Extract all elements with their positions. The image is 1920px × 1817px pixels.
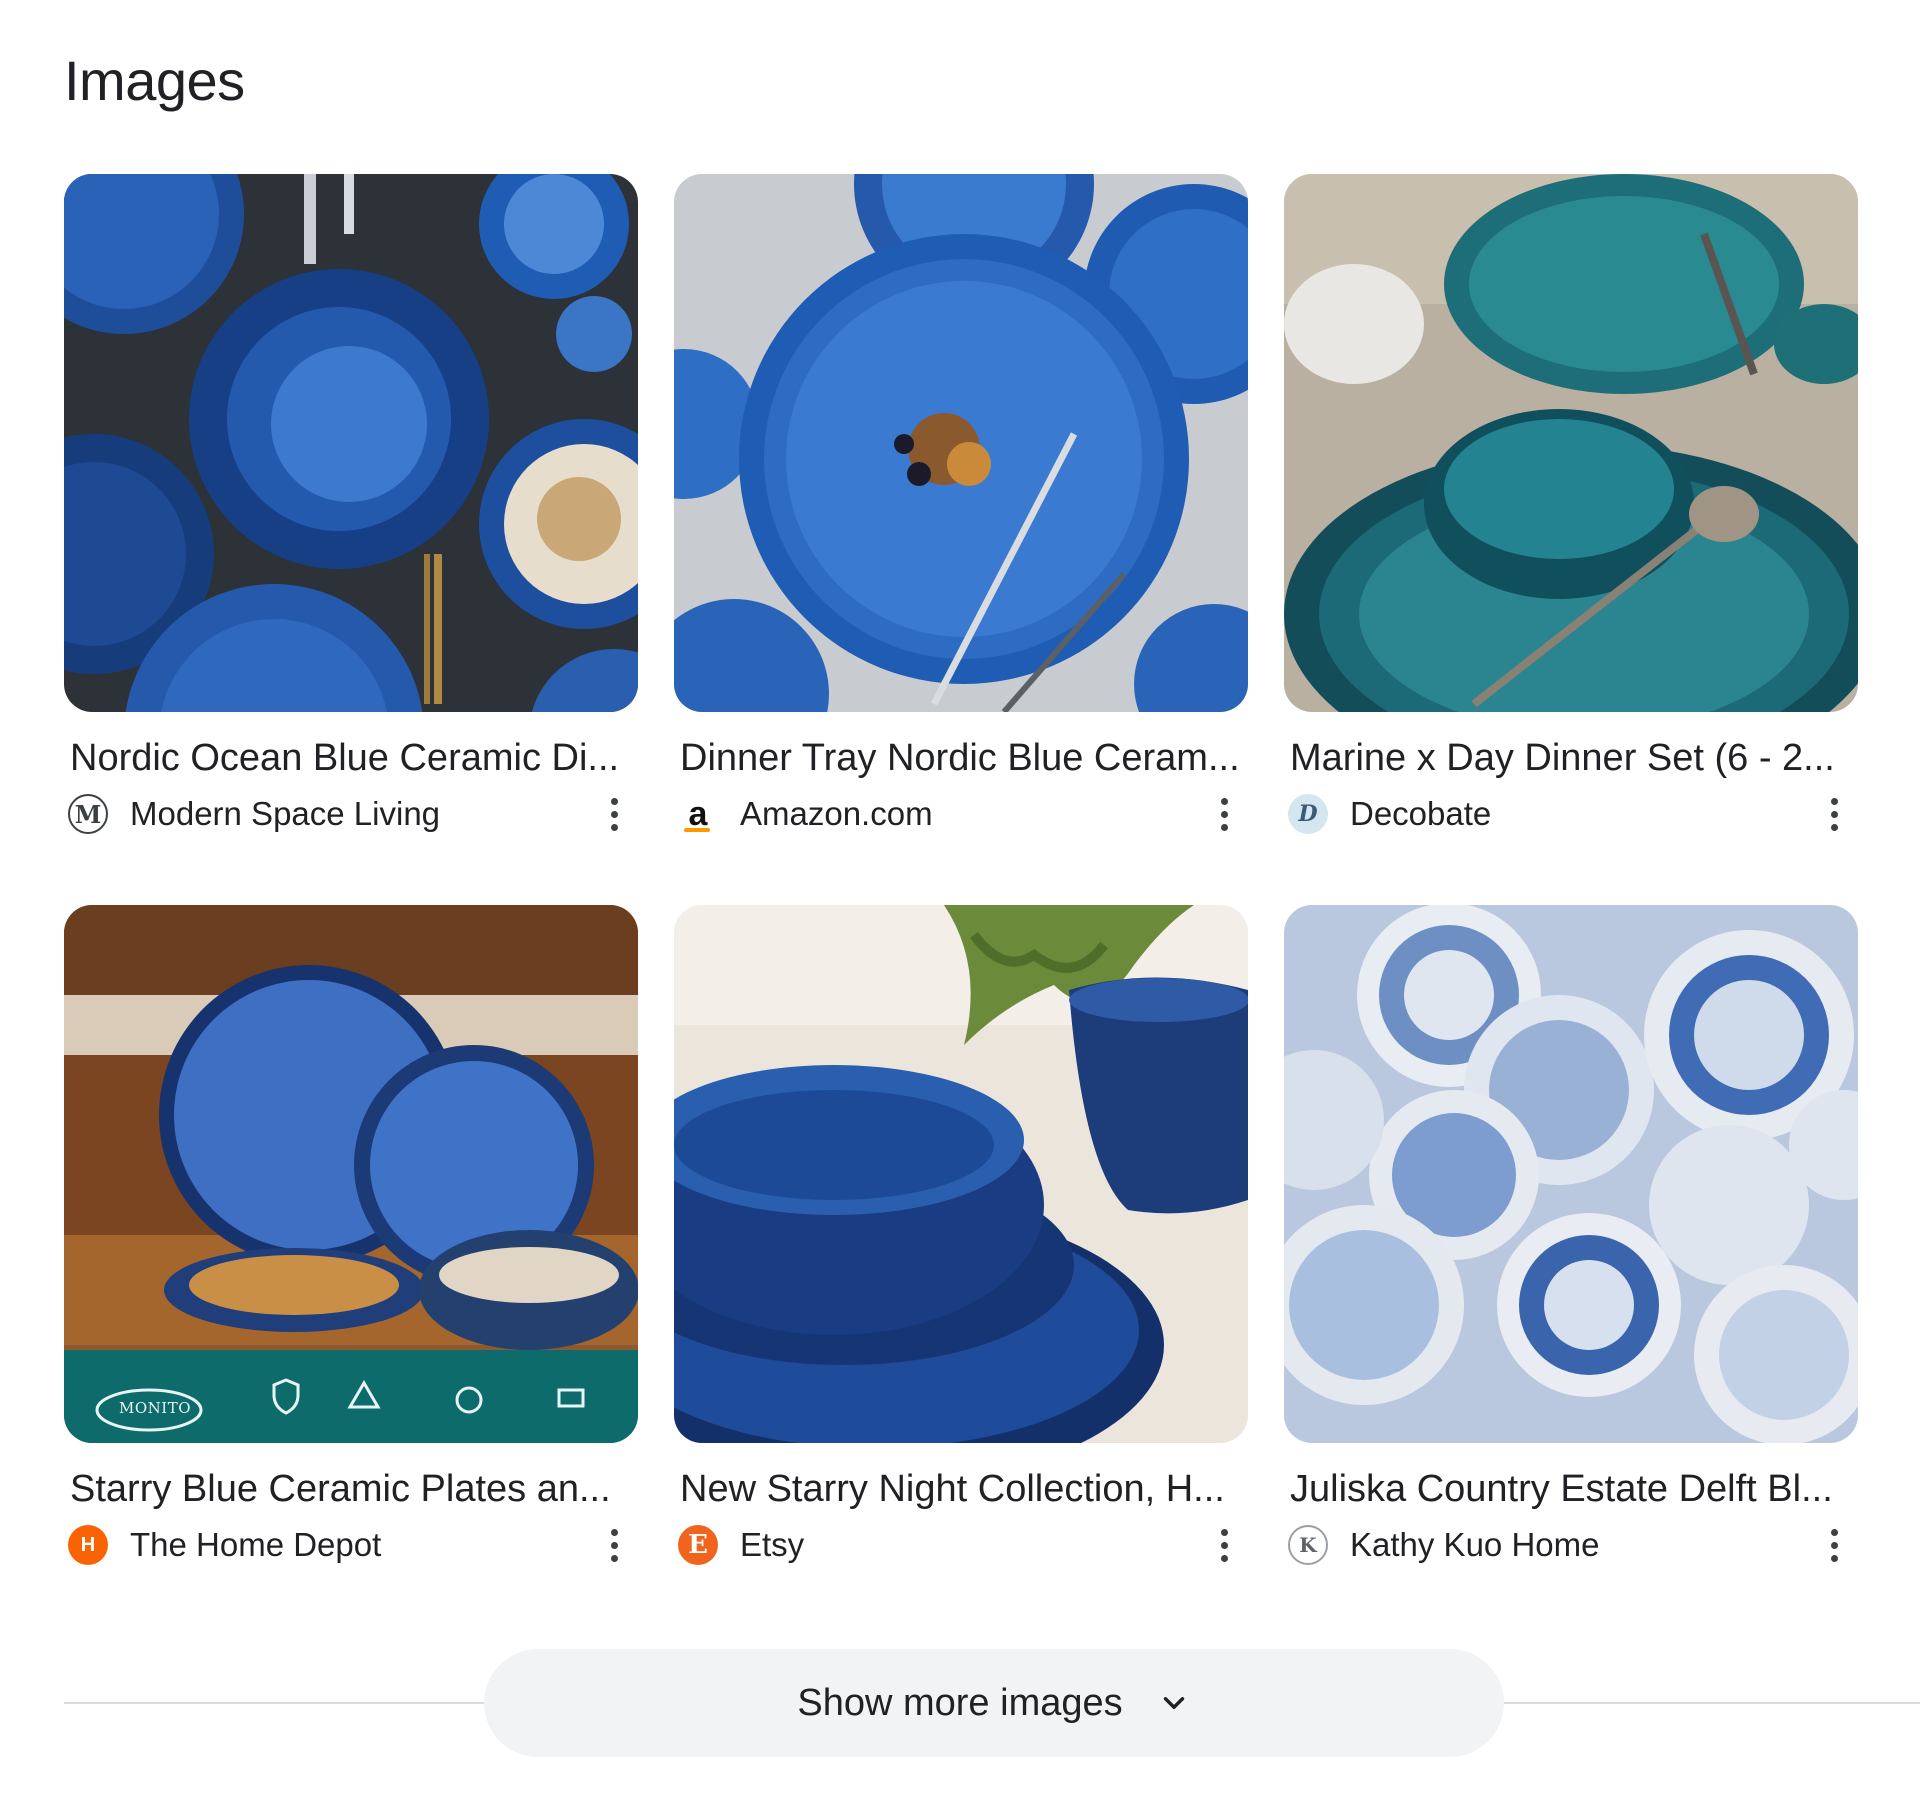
kathy-kuo-home-icon: K [1288,1525,1328,1565]
image-result-card[interactable]: Nordic Ocean Blue Ceramic Di... M Modern… [64,174,638,905]
favicon-letter: H [80,1533,96,1556]
more-options-icon[interactable] [1814,790,1854,838]
show-more-label: Show more images [797,1681,1123,1724]
result-title[interactable]: New Starry Night Collection, H... [680,1465,1240,1513]
result-title[interactable]: Nordic Ocean Blue Ceramic Di... [70,734,630,782]
result-thumbnail[interactable] [674,174,1248,712]
source-name[interactable]: Decobate [1350,795,1491,833]
show-more-images-button[interactable]: Show more images [484,1649,1504,1757]
source-name[interactable]: The Home Depot [130,1526,381,1564]
favicon-letter: a [688,795,708,833]
image-result-card[interactable]: Juliska Country Estate Delft Bl... K Kat… [1284,905,1858,1636]
result-source[interactable]: H The Home Depot [68,1521,634,1569]
etsy-icon: E [678,1525,718,1565]
decobate-icon: D [1288,794,1328,834]
image-result-card[interactable]: Dinner Tray Nordic Blue Ceram... a Amazo… [674,174,1248,905]
result-thumbnail[interactable] [1284,174,1858,712]
image-result-card[interactable]: MONITO Starry Blue Ceramic Plates an... … [64,905,638,1636]
more-options-icon[interactable] [594,1521,634,1569]
result-title[interactable]: Juliska Country Estate Delft Bl... [1290,1465,1850,1513]
more-options-icon[interactable] [1814,1521,1854,1569]
image-result-card[interactable]: New Starry Night Collection, H... E Etsy [674,905,1248,1636]
favicon-letter: M [74,799,102,829]
result-thumbnail[interactable] [674,905,1248,1443]
image-results-grid: Nordic Ocean Blue Ceramic Di... M Modern… [64,174,1858,1636]
source-name[interactable]: Modern Space Living [130,795,440,833]
brand-label: MONITO [119,1399,192,1417]
result-thumbnail[interactable] [64,174,638,712]
result-thumbnail[interactable] [1284,905,1858,1443]
home-depot-icon: H [68,1525,108,1565]
result-title[interactable]: Starry Blue Ceramic Plates an... [70,1465,630,1513]
result-title[interactable]: Marine x Day Dinner Set (6 - 2... [1290,734,1850,782]
result-title[interactable]: Dinner Tray Nordic Blue Ceram... [680,734,1240,782]
more-options-icon[interactable] [594,790,634,838]
more-options-icon[interactable] [1204,1521,1244,1569]
result-source[interactable]: E Etsy [678,1521,1244,1569]
source-name[interactable]: Amazon.com [740,795,933,833]
image-result-card[interactable]: Marine x Day Dinner Set (6 - 2... D Deco… [1284,174,1858,905]
modern-space-living-icon: M [68,794,108,834]
source-name[interactable]: Etsy [740,1526,804,1564]
favicon-letter: K [1299,1533,1317,1557]
favicon-letter: E [688,1530,708,1560]
result-source[interactable]: a Amazon.com [678,790,1244,838]
page-title: Images [64,49,245,112]
result-source[interactable]: M Modern Space Living [68,790,634,838]
result-source[interactable]: D Decobate [1288,790,1854,838]
amazon-icon: a [678,794,718,834]
favicon-letter: D [1298,801,1318,827]
more-options-icon[interactable] [1204,790,1244,838]
source-name[interactable]: Kathy Kuo Home [1350,1526,1599,1564]
result-source[interactable]: K Kathy Kuo Home [1288,1521,1854,1569]
result-thumbnail[interactable]: MONITO [64,905,638,1443]
chevron-down-icon [1163,1697,1184,1709]
